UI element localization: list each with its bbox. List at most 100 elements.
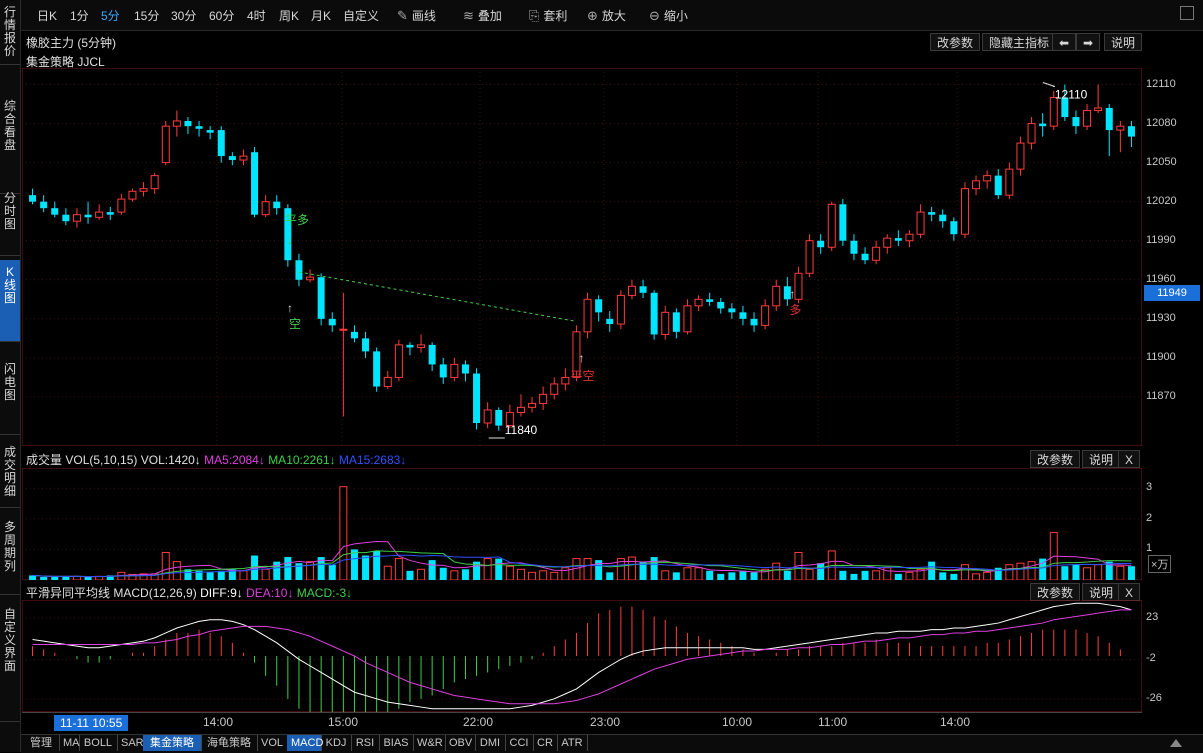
period-9-button[interactable]: 自定义 bbox=[343, 7, 379, 24]
left-nav-label: 成交明细 bbox=[4, 445, 17, 498]
candle-body bbox=[972, 180, 981, 190]
tab-7[interactable]: MACD bbox=[287, 735, 323, 751]
main-edit-params-button[interactable]: 改参数 bbox=[930, 33, 981, 51]
volume-bar bbox=[29, 575, 37, 580]
tab-bar-scroll-icon[interactable] bbox=[1170, 739, 1182, 747]
period-8-button[interactable]: 月K bbox=[311, 7, 331, 24]
hide-main-indicator-button[interactable]: 隐藏主指标 bbox=[982, 33, 1057, 51]
left-nav-item[interactable]: 分时图 bbox=[0, 186, 20, 256]
left-nav-item[interactable]: 闪电图 bbox=[0, 357, 20, 435]
tab-9[interactable]: RSI bbox=[351, 735, 380, 751]
volume-bar bbox=[1061, 566, 1069, 580]
scroll-left-button[interactable]: ⬅ bbox=[1052, 33, 1076, 51]
candle-body bbox=[528, 402, 537, 408]
candle-body bbox=[983, 175, 992, 182]
tool-4-button[interactable]: ⊖ 缩小 bbox=[649, 7, 688, 24]
tab-2[interactable]: BOLL bbox=[79, 735, 118, 751]
volume-bar bbox=[406, 570, 414, 580]
period-5-button[interactable]: 60分 bbox=[209, 7, 234, 24]
tab-14[interactable]: CCI bbox=[505, 735, 534, 751]
macd-close-button[interactable]: X bbox=[1118, 583, 1141, 601]
low-price-label: 11840 bbox=[505, 423, 538, 437]
macd-name: 平滑异同平均线 bbox=[26, 586, 111, 600]
candle-body bbox=[1083, 110, 1092, 127]
left-nav-item[interactable]: 行情报价 bbox=[0, 0, 20, 65]
tool-3-button[interactable]: ⊕ 放大 bbox=[587, 7, 626, 24]
candle-body bbox=[772, 285, 781, 307]
scroll-right-button[interactable]: ➡ bbox=[1076, 33, 1100, 51]
volume-bar bbox=[516, 568, 525, 580]
volume-bar bbox=[1027, 561, 1036, 580]
period-6-button[interactable]: 4时 bbox=[247, 7, 266, 24]
candle-body bbox=[195, 126, 203, 129]
macd-help-button[interactable]: 说明 bbox=[1082, 583, 1121, 601]
candle-body bbox=[1105, 107, 1113, 131]
toolbar-window-icon[interactable] bbox=[1180, 6, 1194, 20]
candlestick-chart[interactable]: 平多 ↓ ↑ 空 ↑ 平空 ↑ 多 12110 11840 bbox=[22, 68, 1142, 446]
volume-bar bbox=[583, 558, 592, 580]
high-pointer bbox=[1042, 82, 1056, 88]
volume-bar bbox=[1016, 562, 1025, 580]
tab-5[interactable]: 海龟策略 bbox=[201, 735, 258, 751]
tool-0-button[interactable]: ✎ 画线 bbox=[397, 7, 436, 24]
candle-body bbox=[84, 214, 92, 218]
main-help-button[interactable]: 说明 bbox=[1104, 33, 1143, 51]
tab-16[interactable]: ATR bbox=[557, 735, 588, 751]
candle-body bbox=[916, 211, 925, 235]
volume-edit-params-button[interactable]: 改参数 bbox=[1030, 450, 1081, 468]
period-4-button[interactable]: 30分 bbox=[171, 7, 196, 24]
tab-11[interactable]: W&R bbox=[413, 735, 446, 751]
tool-1-button[interactable]: ≋ 叠加 bbox=[463, 7, 502, 24]
tab-13[interactable]: DMI bbox=[475, 735, 506, 751]
volume-bar bbox=[1094, 564, 1103, 580]
tab-15[interactable]: CR bbox=[533, 735, 558, 751]
volume-close-button[interactable]: X bbox=[1118, 450, 1141, 468]
candle-body bbox=[672, 312, 680, 332]
signal-short-label: 空 bbox=[289, 317, 301, 331]
left-nav-item[interactable]: K线图 bbox=[0, 260, 20, 342]
macd-edit-params-button[interactable]: 改参数 bbox=[1030, 583, 1081, 601]
macd-chart[interactable] bbox=[22, 600, 1142, 712]
tab-6[interactable]: VOL bbox=[257, 735, 288, 751]
candle-body bbox=[939, 214, 947, 222]
candle-body bbox=[62, 214, 70, 222]
signal-arrow-up-icon: ↑ bbox=[789, 287, 795, 301]
period-3-button[interactable]: 15分 bbox=[134, 7, 159, 24]
tab-4[interactable]: 集金策略 bbox=[143, 735, 202, 751]
tab-3[interactable]: SAR bbox=[117, 735, 144, 751]
candle-body bbox=[516, 406, 525, 414]
candle-body bbox=[428, 344, 436, 365]
left-nav-item[interactable]: 自定义界面 bbox=[0, 602, 20, 722]
volume-chart[interactable] bbox=[22, 468, 1142, 580]
period-7-button[interactable]: 周K bbox=[279, 7, 299, 24]
volume-bar bbox=[861, 570, 869, 580]
period-0-button[interactable]: 日K bbox=[37, 7, 57, 24]
left-nav-item[interactable]: 综合看盘 bbox=[0, 94, 20, 194]
volume-bar bbox=[839, 570, 847, 580]
period-2-button[interactable]: 5分 bbox=[101, 7, 120, 24]
volume-bar bbox=[495, 558, 503, 580]
volume-bar bbox=[750, 572, 758, 580]
volume-bar bbox=[817, 563, 825, 580]
volume-ma5: MA5:2084↓ bbox=[204, 453, 265, 467]
period-1-button[interactable]: 1分 bbox=[70, 7, 89, 24]
tab-1[interactable]: MA bbox=[59, 735, 80, 751]
candle-body bbox=[827, 203, 836, 248]
volume-bar bbox=[983, 571, 992, 580]
tab-8[interactable]: KDJ bbox=[321, 735, 352, 751]
volume-bar bbox=[528, 571, 537, 580]
volume-help-button[interactable]: 说明 bbox=[1082, 450, 1121, 468]
volume-bar bbox=[383, 565, 392, 580]
volume-bar bbox=[417, 568, 426, 580]
tool-2-button[interactable]: ⎘ 套利 bbox=[529, 7, 567, 24]
arrow-right-icon: ➡ bbox=[1082, 36, 1094, 50]
tab-10[interactable]: BIAS bbox=[379, 735, 414, 751]
left-nav-item[interactable]: 成交明细 bbox=[0, 440, 20, 508]
candle-body bbox=[817, 240, 825, 248]
candle-body bbox=[150, 175, 159, 190]
macd-diff-line bbox=[32, 602, 1132, 710]
tab-12[interactable]: OBV bbox=[445, 735, 476, 751]
tab-0[interactable]: 管理 bbox=[23, 735, 60, 751]
left-nav-item[interactable]: 多周期列 bbox=[0, 515, 20, 595]
volume-bar bbox=[339, 486, 348, 580]
